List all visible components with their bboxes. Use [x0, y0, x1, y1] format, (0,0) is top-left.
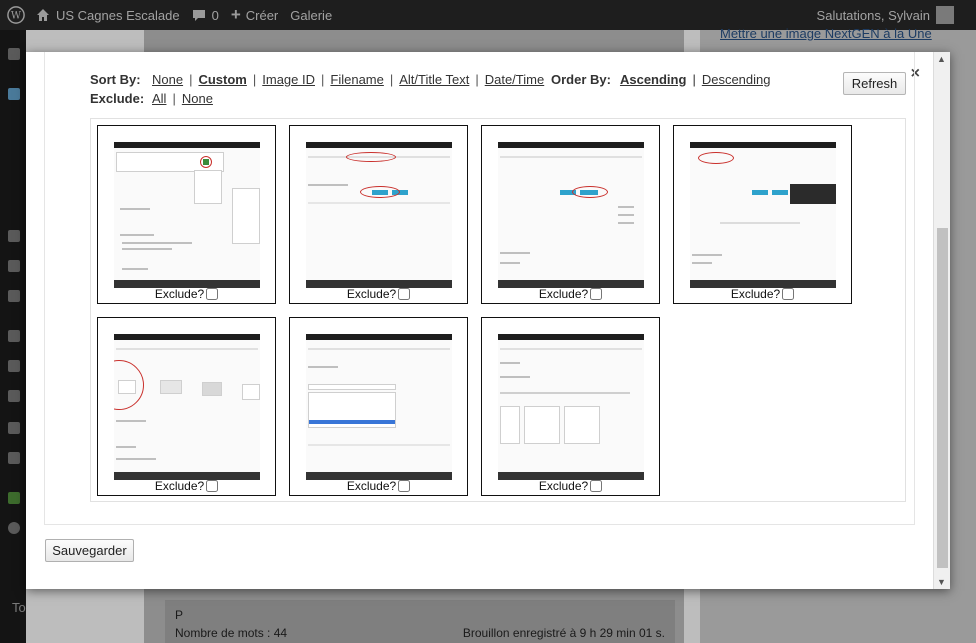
pages-icon	[8, 260, 20, 272]
gallery-label: Galerie	[290, 7, 333, 23]
plus-icon: +	[230, 5, 241, 24]
gallery-thumbnail[interactable]: Exclude?	[289, 125, 468, 304]
thumbnail-image	[498, 142, 644, 288]
exclude-label: Exclude?	[154, 287, 205, 301]
thumbnail-image	[306, 334, 452, 480]
comments-count: 0	[211, 7, 219, 23]
exclude-none-link[interactable]: None	[182, 91, 213, 106]
exclude-control: Exclude?	[290, 287, 467, 301]
create-link[interactable]: + Créer	[231, 0, 278, 30]
exclude-checkbox[interactable]	[782, 288, 795, 300]
gallery-settings-modal: × Sort By: None | Custom | Image ID | Fi…	[26, 52, 950, 589]
exclude-label: Exclude?	[346, 479, 397, 493]
comments-link[interactable]: 0	[192, 0, 219, 30]
exclude-control: Exclude?	[290, 479, 467, 493]
users-icon	[8, 390, 20, 402]
exclude-label: Exclude?	[346, 287, 397, 301]
dashboard-icon	[8, 48, 20, 60]
gallery-thumbnail[interactable]: Exclude?	[97, 317, 276, 496]
gallery-panel: Sort By: None | Custom | Image ID | File…	[44, 52, 915, 525]
exclude-checkbox[interactable]	[398, 480, 411, 492]
refresh-button[interactable]: Refresh	[843, 72, 906, 95]
sort-alt-title-link[interactable]: Alt/Title Text	[399, 72, 469, 87]
appearance-icon	[8, 330, 20, 342]
media-icon	[8, 230, 20, 242]
collapse-icon	[8, 522, 20, 534]
exclude-checkbox[interactable]	[590, 288, 603, 300]
exclude-label: Exclude?	[538, 287, 589, 301]
home-icon	[37, 9, 49, 21]
exclude-control: Exclude?	[98, 287, 275, 301]
thumbnail-image	[114, 334, 260, 480]
exclude-row: Exclude: All | None	[90, 91, 213, 106]
thumbnail-image	[498, 334, 644, 480]
settings-icon	[8, 452, 20, 464]
exclude-label: Exclude?	[154, 479, 205, 493]
exclude-checkbox[interactable]	[590, 480, 603, 492]
exclude-control: Exclude?	[482, 479, 659, 493]
exclude-checkbox[interactable]	[206, 288, 219, 300]
avatar	[936, 6, 954, 24]
sort-custom-link[interactable]: Custom	[198, 72, 246, 87]
sort-by-label: Sort By:	[90, 72, 141, 87]
scroll-down-icon[interactable]: ▼	[937, 577, 946, 587]
sort-by-row: Sort By: None | Custom | Image ID | File…	[90, 72, 545, 87]
order-by-label: Order By:	[551, 72, 611, 87]
exclude-checkbox[interactable]	[398, 288, 411, 300]
gallery-thumbnail[interactable]: Exclude?	[481, 317, 660, 496]
create-label: Créer	[245, 7, 279, 23]
admin-sidebar	[0, 30, 26, 643]
save-button[interactable]: Sauvegarder	[45, 539, 134, 562]
site-name-label: US Cagnes Escalade	[56, 7, 180, 23]
order-descending-link[interactable]: Descending	[702, 72, 771, 87]
order-by-row: Order By: Ascending | Descending	[551, 72, 771, 87]
posts-icon	[8, 88, 20, 100]
comments-menu-icon	[8, 290, 20, 302]
editor-path: P	[175, 608, 184, 622]
exclude-label: Exclude?	[730, 287, 781, 301]
gallery-thumbnail[interactable]: Exclude?	[289, 317, 468, 496]
exclude-control: Exclude?	[482, 287, 659, 301]
gallery-thumbnail[interactable]: Exclude?	[673, 125, 852, 304]
scrollbar-thumb[interactable]	[937, 228, 948, 568]
exclude-checkbox[interactable]	[206, 480, 219, 492]
order-ascending-link[interactable]: Ascending	[620, 72, 686, 87]
plugins-icon	[8, 360, 20, 372]
thumbnail-image	[690, 142, 836, 288]
exclude-label: Exclude:	[90, 91, 145, 106]
tools-icon	[8, 422, 20, 434]
gallery-thumbnail[interactable]: Exclude?	[481, 125, 660, 304]
set-featured-nextgen-link[interactable]: Mettre une image NextGEN à la Une	[720, 26, 932, 41]
svg-text:W: W	[11, 11, 22, 22]
wordpress-logo-icon[interactable]: W	[0, 0, 32, 30]
modal-scrollbar[interactable]: ▲ ▼	[933, 52, 950, 589]
sort-image-id-link[interactable]: Image ID	[262, 72, 315, 87]
exclude-label: Exclude?	[538, 479, 589, 493]
exclude-control: Exclude?	[98, 479, 275, 493]
site-name-link[interactable]: US Cagnes Escalade	[36, 0, 180, 30]
draft-saved-status: Brouillon enregistré à 9 h 29 min 01 s.	[462, 626, 665, 640]
gallery-thumbnail[interactable]: Exclude?	[97, 125, 276, 304]
exclude-control: Exclude?	[674, 287, 851, 301]
sort-exclude-filters: Sort By: None | Custom | Image ID | File…	[90, 70, 544, 108]
thumbnail-image	[114, 142, 260, 288]
editor-status-bar: P Nombre de mots : 44 Brouillon enregist…	[165, 600, 675, 643]
comment-icon	[192, 9, 205, 21]
image-gallery: Exclude? Exclude? Exclude? Exclude? Excl…	[90, 118, 906, 502]
sort-none-link[interactable]: None	[152, 72, 183, 87]
scroll-up-icon[interactable]: ▲	[937, 54, 946, 64]
gallery-link[interactable]: Galerie	[290, 0, 332, 30]
thumbnail-image	[306, 142, 452, 288]
bg-sidebar-letter: To	[12, 600, 26, 615]
sort-filename-link[interactable]: Filename	[330, 72, 383, 87]
sort-date-time-link[interactable]: Date/Time	[485, 72, 544, 87]
greeting-label: Salutations, Sylvain	[816, 7, 930, 23]
exclude-all-link[interactable]: All	[152, 91, 166, 106]
word-count: Nombre de mots : 44	[175, 626, 288, 640]
gallery-menu-icon	[8, 492, 20, 504]
